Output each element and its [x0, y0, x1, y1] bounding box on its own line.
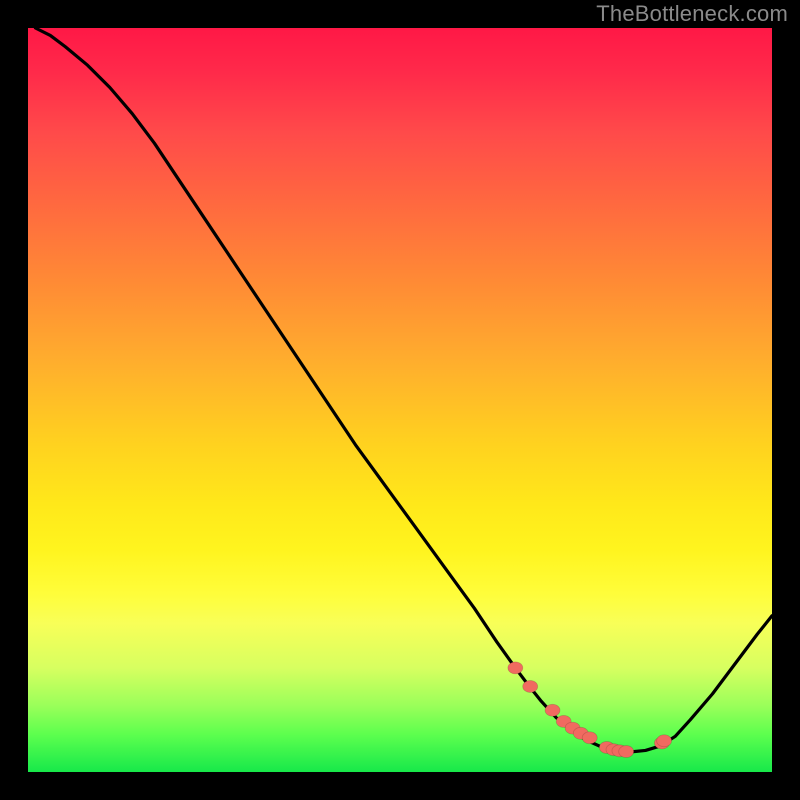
- curve-marker: [508, 662, 523, 674]
- markers-layer: [28, 28, 772, 772]
- chart-frame: TheBottleneck.com: [0, 0, 800, 800]
- plot-area: [28, 28, 772, 772]
- curve-marker: [619, 746, 634, 758]
- curve-marker: [657, 735, 672, 747]
- curve-marker: [582, 732, 597, 744]
- curve-marker: [545, 704, 560, 716]
- curve-marker: [523, 680, 538, 692]
- watermark-text: TheBottleneck.com: [596, 1, 788, 27]
